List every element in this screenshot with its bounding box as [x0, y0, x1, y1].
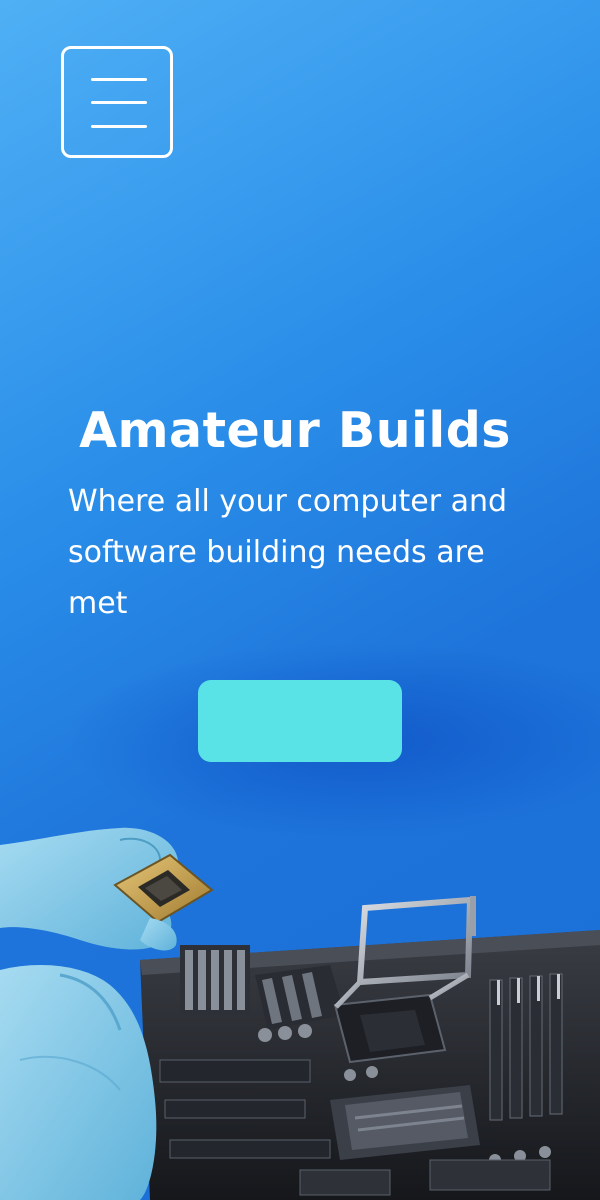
hero-subtitle: Where all your computer and software bui… — [68, 484, 508, 621]
cta-button[interactable] — [198, 680, 402, 762]
hamburger-menu-icon-bar — [91, 125, 147, 128]
hero-title: Amateur Builds — [79, 402, 511, 459]
hamburger-menu-icon — [91, 78, 147, 81]
gloved-hand-lower — [0, 965, 157, 1200]
hamburger-menu-icon-bar — [91, 101, 147, 104]
hero-motherboard-image — [0, 827, 600, 1200]
menu-button[interactable] — [61, 46, 173, 158]
landing-screen: Amateur Builds Where all your computer a… — [0, 0, 600, 1200]
gloved-hand-cpu — [0, 827, 214, 951]
heatsink — [180, 945, 250, 1015]
